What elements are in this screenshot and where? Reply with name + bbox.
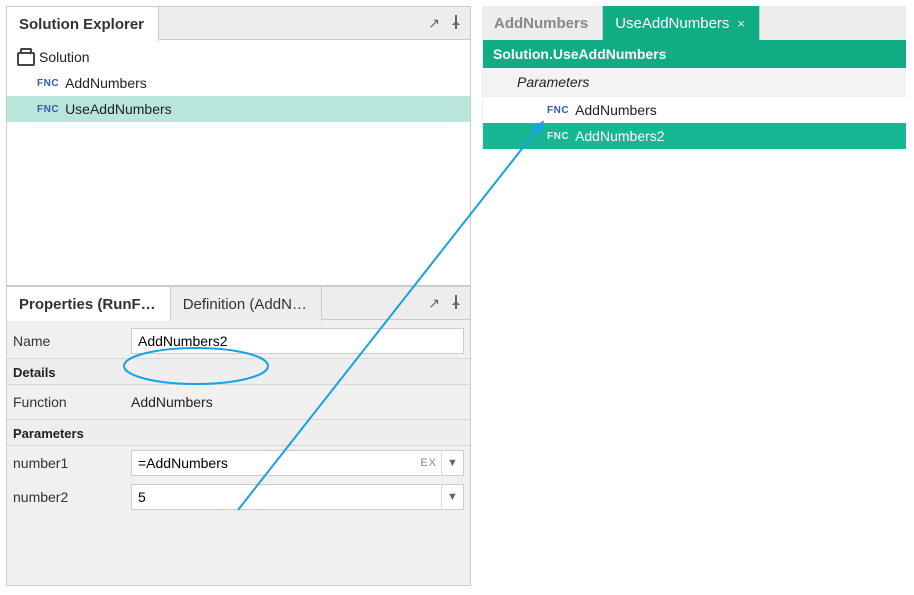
tab-useaddnumbers[interactable]: UseAddNumbers × <box>603 6 760 40</box>
editor-body: Solution.UseAddNumbers Parameters FNC Ad… <box>482 40 906 149</box>
properties-panel: Name Details Function AddNumbers Paramet… <box>6 320 471 586</box>
pin-icon[interactable] <box>450 15 462 32</box>
properties-header: Properties (RunF… Definition (AddN… ↗ <box>6 286 471 320</box>
prop-label: number2 <box>13 489 131 505</box>
prop-label: Function <box>13 394 131 410</box>
param-item[interactable]: FNC AddNumbers <box>483 97 906 123</box>
function-value: AddNumbers <box>131 394 213 410</box>
tree-item[interactable]: FNC UseAddNumbers <box>7 96 470 122</box>
popout-icon[interactable]: ↗ <box>428 295 440 312</box>
editor-tabbar: AddNumbers UseAddNumbers × <box>482 6 906 40</box>
name-field[interactable] <box>131 328 464 354</box>
pin-icon[interactable] <box>450 295 462 312</box>
tree-item[interactable]: FNC AddNumbers <box>7 70 470 96</box>
param-input[interactable] <box>132 451 416 475</box>
tab-addnumbers[interactable]: AddNumbers <box>482 6 603 40</box>
prop-label: Name <box>13 333 131 349</box>
tab-properties[interactable]: Properties (RunF… <box>7 287 171 321</box>
fnc-badge-icon: FNC <box>37 78 59 89</box>
tab-solution-explorer[interactable]: Solution Explorer <box>7 7 159 41</box>
section-header-parameters: Parameters <box>7 419 470 446</box>
tab-label: Properties (RunF… <box>19 296 156 313</box>
param-input[interactable] <box>132 485 441 509</box>
param-item[interactable]: FNC AddNumbers2 <box>483 123 906 149</box>
prop-row-param: number1 EX ▼ <box>7 446 470 480</box>
param-item-label: AddNumbers2 <box>575 128 665 144</box>
parameters-group-header[interactable]: Parameters <box>483 68 906 97</box>
param-combo[interactable]: EX ▼ <box>131 450 464 476</box>
chevron-down-icon[interactable]: ▼ <box>441 485 463 509</box>
chevron-down-icon[interactable]: ▼ <box>441 451 463 475</box>
tab-label: AddNumbers <box>494 15 588 32</box>
section-header-details: Details <box>7 358 470 385</box>
solution-tree: Solution FNC AddNumbers FNC UseAddNumber… <box>6 40 471 286</box>
prop-row-param: number2 ▼ <box>7 480 470 514</box>
tab-label: Definition (AddN… <box>183 296 307 313</box>
popout-icon[interactable]: ↗ <box>428 15 440 32</box>
fnc-badge-icon: FNC <box>37 104 59 115</box>
param-item-label: AddNumbers <box>575 102 657 118</box>
tab-label: UseAddNumbers <box>615 15 729 32</box>
prop-row-function: Function AddNumbers <box>7 385 470 419</box>
param-combo[interactable]: ▼ <box>131 484 464 510</box>
close-icon[interactable]: × <box>737 16 745 31</box>
solution-explorer-header: Solution Explorer ↗ <box>6 6 471 40</box>
tree-root-label: Solution <box>39 49 90 65</box>
tree-item-label: AddNumbers <box>65 75 147 91</box>
solution-icon <box>17 50 33 64</box>
prop-label: number1 <box>13 455 131 471</box>
tab-label: Solution Explorer <box>19 16 144 33</box>
fnc-badge-icon: FNC <box>547 131 569 142</box>
breadcrumb: Solution.UseAddNumbers <box>483 40 906 68</box>
expression-badge-icon: EX <box>416 457 441 469</box>
tree-item-label: UseAddNumbers <box>65 101 172 117</box>
prop-row-name: Name <box>7 324 470 358</box>
fnc-badge-icon: FNC <box>547 105 569 116</box>
tab-definition[interactable]: Definition (AddN… <box>171 287 322 321</box>
tree-root[interactable]: Solution <box>7 44 470 70</box>
